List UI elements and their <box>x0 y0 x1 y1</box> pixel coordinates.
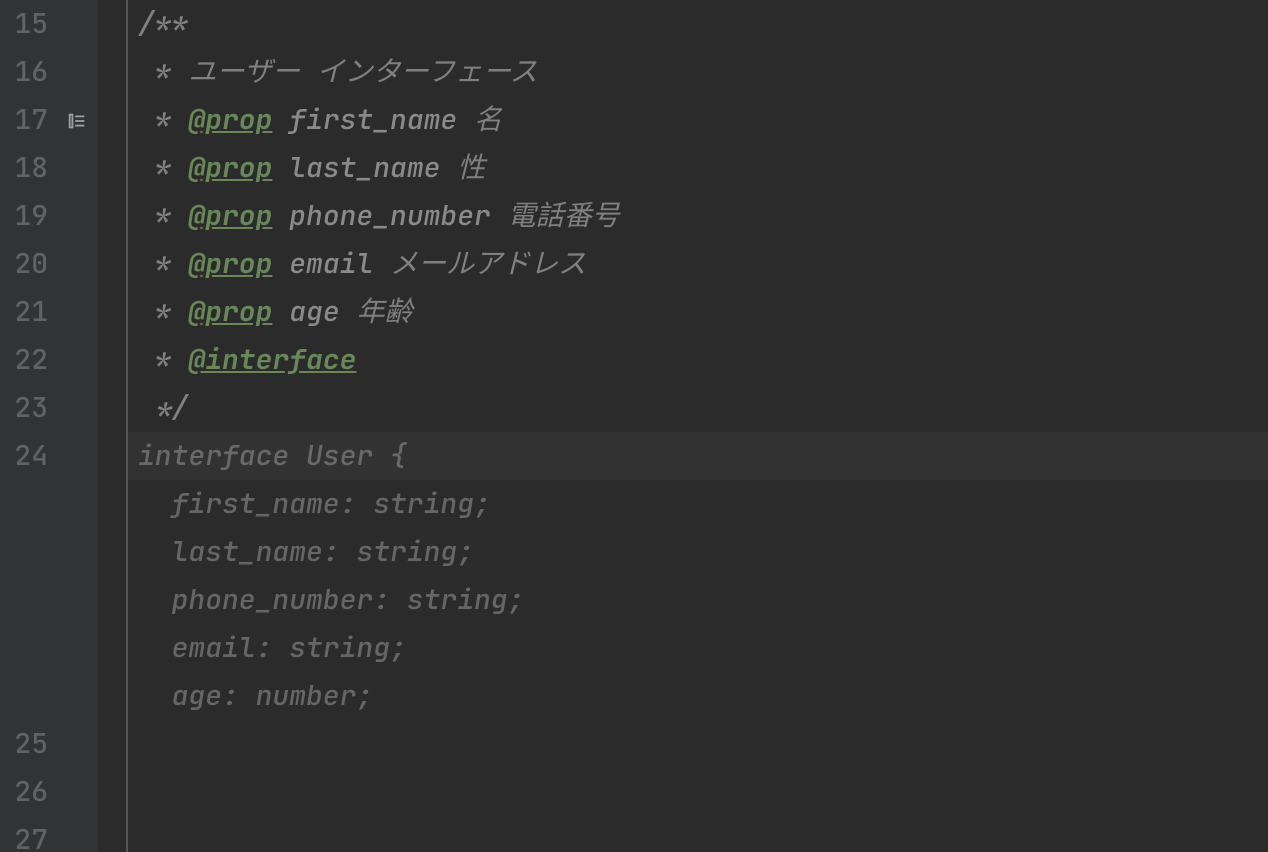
fold-end-icon[interactable] <box>104 398 122 416</box>
fold-start-icon[interactable] <box>104 14 122 32</box>
comment-close: */ <box>138 389 188 426</box>
code-line[interactable]: * ユーザー インターフェース <box>128 48 1268 96</box>
code-line[interactable]: */ <box>128 384 1268 432</box>
ghost-text: first_name: string; <box>138 485 491 522</box>
jsdoc-desc: 年齢 <box>356 293 412 330</box>
jsdoc-tag: @prop <box>188 149 272 186</box>
line-number <box>0 528 48 576</box>
jsdoc-desc: メールアドレス <box>390 245 586 282</box>
code-line[interactable]: * @prop email メールアドレス <box>128 240 1268 288</box>
code-line[interactable]: * @interface <box>128 336 1268 384</box>
line-number <box>0 624 48 672</box>
line-number: 22 <box>0 336 48 384</box>
code-area[interactable]: /** * ユーザー インターフェース * @prop first_name 名… <box>128 0 1268 852</box>
jsdoc-param: last_name <box>272 149 457 186</box>
code-line[interactable]: * @prop age 年齢 <box>128 288 1268 336</box>
comment-open: /** <box>138 5 188 42</box>
jsdoc-tag: @interface <box>188 341 356 378</box>
line-number <box>0 576 48 624</box>
line-number: 26 <box>0 768 48 816</box>
inline-suggestion[interactable]: first_name: string; last_name: string; p… <box>128 480 1268 720</box>
code-editor[interactable]: 15 16 17 18 19 20 21 22 23 24 25 26 27 <box>0 0 1268 852</box>
ghost-text: last_name: string; <box>138 533 474 570</box>
jsdoc-tag: @prop <box>188 245 272 282</box>
line-number: 21 <box>0 288 48 336</box>
jsdoc-desc: 名 <box>474 101 502 138</box>
ghost-text: phone_number: string; <box>138 581 524 618</box>
line-number: 19 <box>0 192 48 240</box>
jsdoc-tag: @prop <box>188 101 272 138</box>
line-number: 18 <box>0 144 48 192</box>
line-number: 17 <box>0 96 48 144</box>
line-number: 27 <box>0 816 48 852</box>
bookmark-icon[interactable] <box>66 0 98 48</box>
fold-column <box>98 0 128 852</box>
code-line[interactable] <box>128 720 1268 768</box>
jsdoc-param: email <box>272 245 390 282</box>
jsdoc-desc: 電話番号 <box>508 197 620 234</box>
line-number: 15 <box>0 0 48 48</box>
line-number: 16 <box>0 48 48 96</box>
line-number-gutter: 15 16 17 18 19 20 21 22 23 24 25 26 27 <box>0 0 66 852</box>
line-number: 25 <box>0 720 48 768</box>
line-number <box>0 480 48 528</box>
jsdoc-tag: @prop <box>188 197 272 234</box>
code-line[interactable]: * @prop first_name 名 <box>128 96 1268 144</box>
code-line[interactable] <box>128 816 1268 852</box>
code-line[interactable]: /** <box>128 0 1268 48</box>
line-number: 20 <box>0 240 48 288</box>
jsdoc-param: first_name <box>272 101 474 138</box>
jsdoc-param: age <box>272 293 356 330</box>
code-line-current[interactable]: interface User { <box>128 432 1268 480</box>
code-line[interactable]: * @prop phone_number 電話番号 <box>128 192 1268 240</box>
ghost-text: age: number; <box>138 677 373 714</box>
jsdoc-desc: 性 <box>457 149 485 186</box>
line-number: 24 <box>0 432 48 480</box>
code-line[interactable]: * @prop last_name 性 <box>128 144 1268 192</box>
line-number: 23 <box>0 384 48 432</box>
code-text: interface User { <box>138 437 407 474</box>
gutter-icon-column <box>66 0 98 852</box>
line-number <box>0 672 48 720</box>
jsdoc-tag: @prop <box>188 293 272 330</box>
jsdoc-param: phone_number <box>272 197 507 234</box>
comment-text: ユーザー インターフェース <box>188 53 537 90</box>
ghost-text: email: string; <box>138 629 407 666</box>
code-line[interactable] <box>128 768 1268 816</box>
